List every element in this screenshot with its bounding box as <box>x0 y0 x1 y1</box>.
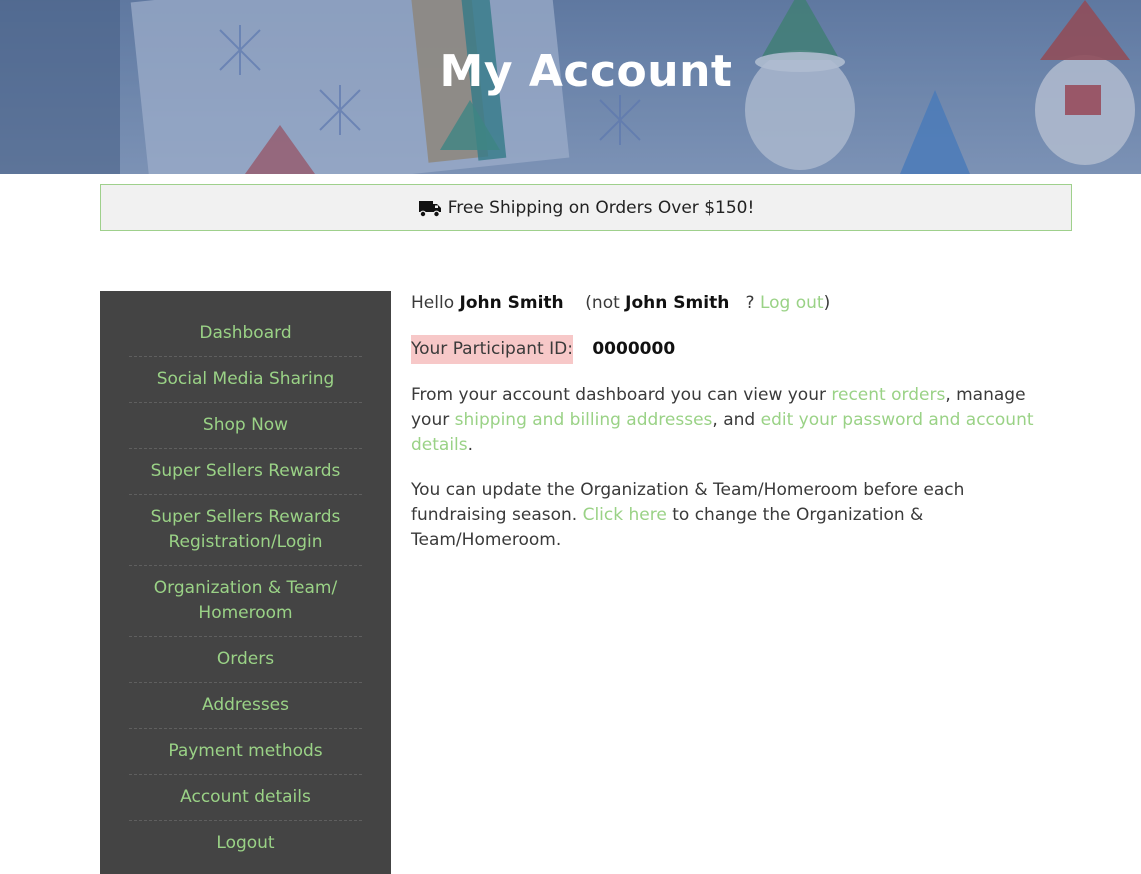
greeting-line: Hello John Smith (not John Smith ? Log o… <box>411 291 1051 319</box>
organization-update-text: You can update the Organization & Team/H… <box>411 478 1051 553</box>
sidebar-item-payment-methods[interactable]: Payment methods <box>129 729 362 775</box>
truck-icon <box>418 200 441 217</box>
page-title: My Account <box>439 46 733 97</box>
sidebar-item-super-sellers-registration[interactable]: Super Sellers Rewards Registration/Login <box>129 495 362 566</box>
account-dashboard-content: Hello John Smith (not John Smith ? Log o… <box>411 291 1051 553</box>
dashboard-text-part: . <box>467 435 474 455</box>
dashboard-text-part: , and <box>712 410 756 430</box>
sidebar-item-social-media-sharing[interactable]: Social Media Sharing <box>129 357 362 403</box>
participant-id-label: Your Participant ID: <box>411 335 573 364</box>
sidebar-item-orders[interactable]: Orders <box>129 637 362 683</box>
sidebar-item-shop-now[interactable]: Shop Now <box>129 403 362 449</box>
shipping-billing-addresses-link[interactable]: shipping and billing addresses <box>455 410 713 430</box>
click-here-link[interactable]: Click here <box>583 505 667 525</box>
sidebar-item-addresses[interactable]: Addresses <box>129 683 362 729</box>
dashboard-text-part: From your account dashboard you can view… <box>411 385 826 405</box>
recent-orders-link[interactable]: recent orders <box>831 385 945 405</box>
not-user-prefix: (not <box>585 293 620 313</box>
participant-id-row: Your Participant ID: 0000000 <box>411 335 1051 364</box>
free-shipping-notice: Free Shipping on Orders Over $150! <box>100 184 1072 231</box>
sidebar-item-super-sellers-rewards[interactable]: Super Sellers Rewards <box>129 449 362 495</box>
sidebar-item-logout[interactable]: Logout <box>129 821 362 866</box>
user-name: John Smith <box>459 293 564 313</box>
sidebar-item-account-details[interactable]: Account details <box>129 775 362 821</box>
greeting-prefix: Hello <box>411 293 455 313</box>
hero-banner: My Account <box>0 0 1141 174</box>
account-sidebar: Dashboard Social Media Sharing Shop Now … <box>100 291 391 874</box>
free-shipping-text: Free Shipping on Orders Over $150! <box>447 197 755 218</box>
sidebar-item-organization-team[interactable]: Organization & Team/ Homeroom <box>129 566 362 637</box>
not-user-name: John Smith <box>625 293 730 313</box>
question-mark: ? <box>745 293 755 313</box>
participant-id-value: 0000000 <box>592 339 676 359</box>
sidebar-item-dashboard[interactable]: Dashboard <box>129 311 362 357</box>
close-paren: ) <box>823 293 831 313</box>
dashboard-intro-text: From your account dashboard you can view… <box>411 383 1051 458</box>
logout-link[interactable]: Log out <box>760 293 824 313</box>
